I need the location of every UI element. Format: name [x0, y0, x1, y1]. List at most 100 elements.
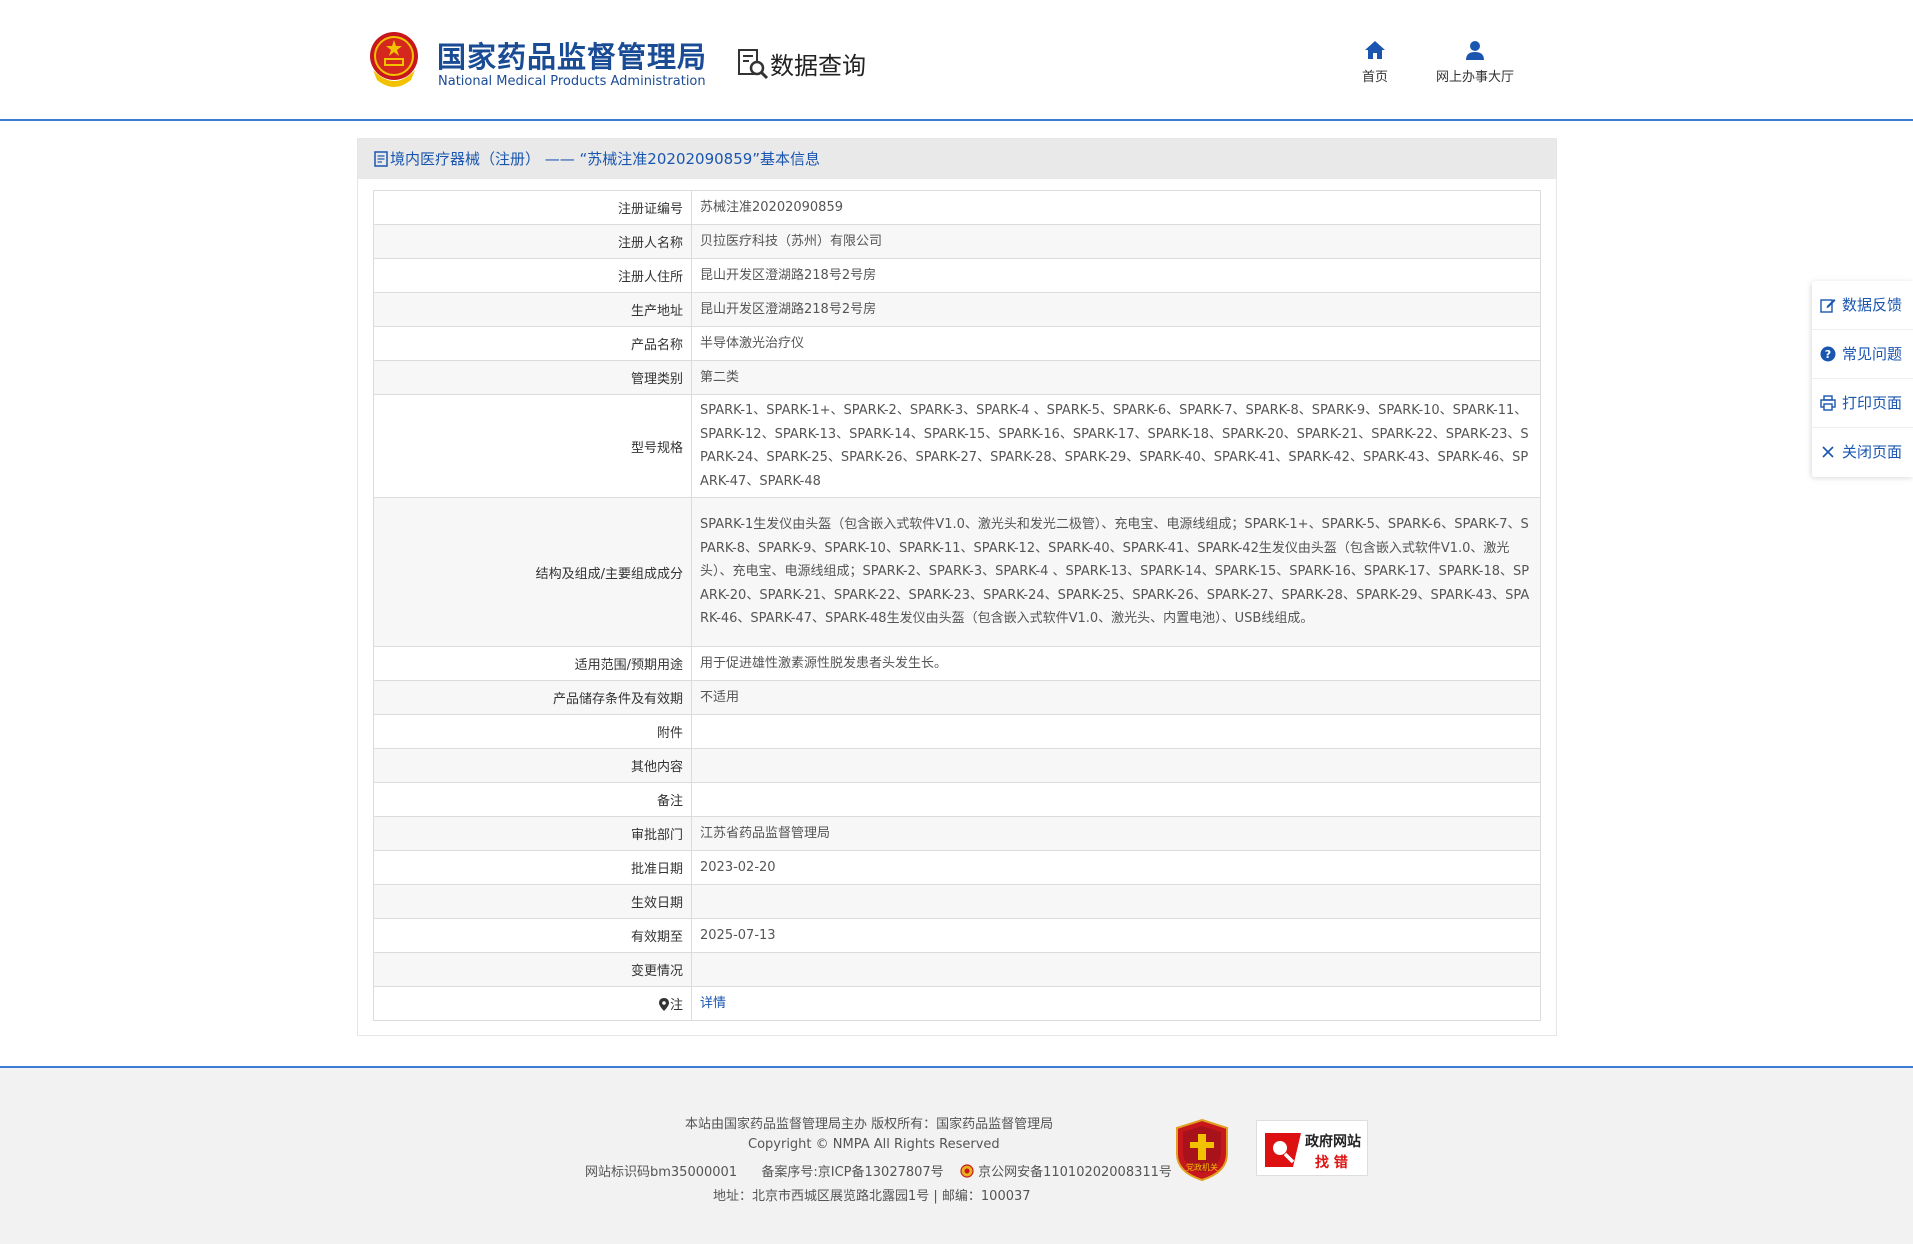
note-label: 注: [669, 998, 683, 1013]
gov-site-error-report-badge[interactable]: 政府网站 找 错: [1256, 1120, 1368, 1176]
svg-text:?: ?: [1825, 348, 1831, 361]
footer-sponsor: 本站由国家药品监督管理局主办 版权所有：国家药品监督管理局: [685, 1117, 1054, 1132]
row-label: 适用范围/预期用途: [373, 646, 692, 681]
footer-registration: 网站标识码bm35000001 备案序号:京ICP备13027807号 京公网安…: [585, 1161, 1172, 1180]
row-label: 变更情况: [373, 952, 692, 987]
row-label: 其他内容: [373, 748, 692, 783]
police-badge-icon: [960, 1164, 974, 1178]
question-icon: ?: [1820, 346, 1836, 362]
data-query-icon: [738, 49, 769, 80]
close-page-label: 关闭页面: [1842, 443, 1903, 461]
row-label: 备注: [373, 782, 692, 817]
footer-site-id: 网站标识码bm35000001: [585, 1165, 738, 1180]
org-name-cn: 国家药品监督管理局: [437, 40, 708, 74]
table-row: 生效日期: [373, 884, 1541, 919]
table-row: 适用范围/预期用途 用于促进雄性激素源性脱发患者头发生长。: [373, 646, 1541, 681]
side-float-menu: 数据反馈 ? 常见问题 打印页面 关闭页面: [1812, 281, 1913, 477]
row-value: 2025-07-13: [691, 918, 1541, 953]
table-row: 型号规格 SPARK-1、SPARK-1+、SPARK-2、SPARK-3、SP…: [373, 394, 1541, 498]
table-row: 注册人住所 昆山开发区澄湖路218号2号房: [373, 258, 1541, 293]
user-icon: [1466, 41, 1484, 60]
row-value: [691, 884, 1541, 919]
details-link[interactable]: 详情: [700, 996, 726, 1011]
row-value: [691, 714, 1541, 749]
table-row: 产品名称 半导体激光治疗仪: [373, 326, 1541, 361]
location-pin-icon: [658, 998, 669, 1011]
note-value-cell: 详情: [691, 986, 1541, 1021]
nav-home[interactable]: 首页: [1355, 40, 1395, 85]
row-value: 半导体激光治疗仪: [691, 326, 1541, 361]
print-label: 打印页面: [1842, 394, 1903, 412]
footer-address: 地址：北京市西城区展览路北露园1号 | 邮编：100037: [713, 1189, 1031, 1204]
row-value: 江苏省药品监督管理局: [691, 816, 1541, 851]
row-label: 注册证编号: [373, 190, 692, 225]
table-row: 附件: [373, 714, 1541, 749]
faq-button[interactable]: ? 常见问题: [1812, 330, 1913, 379]
table-row-note: 注 详情: [373, 986, 1541, 1021]
row-value: 2023-02-20: [691, 850, 1541, 885]
faq-label: 常见问题: [1842, 345, 1903, 363]
table-row: 注册人名称 贝拉医疗科技（苏州）有限公司: [373, 224, 1541, 259]
row-label: 生效日期: [373, 884, 692, 919]
table-row: 管理类别 第二类: [373, 360, 1541, 395]
row-label: 生产地址: [373, 292, 692, 327]
panel-title-bar: 境内医疗器械（注册） —— “苏械注准20202090859”基本信息: [358, 139, 1556, 179]
row-value: 用于促进雄性激素源性脱发患者头发生长。: [691, 646, 1541, 681]
badge-gov-title: 政府网站: [1305, 1134, 1361, 1150]
close-page-button[interactable]: 关闭页面: [1812, 428, 1913, 477]
row-label: 注册人住所: [373, 258, 692, 293]
row-label: 附件: [373, 714, 692, 749]
nav-home-label: 首页: [1361, 70, 1388, 85]
footer-copyright: Copyright © NMPA All Rights Reserved: [748, 1137, 1000, 1152]
table-row: 其他内容: [373, 748, 1541, 783]
table-row: 有效期至 2025-07-13: [373, 918, 1541, 953]
row-value: 昆山开发区澄湖路218号2号房: [691, 258, 1541, 293]
feedback-label: 数据反馈: [1842, 296, 1903, 314]
row-value: 昆山开发区澄湖路218号2号房: [691, 292, 1541, 327]
nav-online-hall[interactable]: 网上办事大厅: [1425, 40, 1525, 85]
edit-icon: [1820, 299, 1836, 313]
row-value: [691, 782, 1541, 817]
row-value: 不适用: [691, 680, 1541, 715]
printer-icon: [1820, 395, 1836, 411]
row-value: 贝拉医疗科技（苏州）有限公司: [691, 224, 1541, 259]
org-name-en: National Medical Products Administration: [438, 74, 706, 89]
row-label: 型号规格: [373, 394, 692, 498]
badge-party-label: 党政机关: [1186, 1162, 1218, 1172]
site-footer: 本站由国家药品监督管理局主办 版权所有：国家药品监督管理局 Copyright …: [0, 1066, 1913, 1244]
row-label: 结构及组成/主要组成成分: [373, 497, 692, 647]
row-value: 第二类: [691, 360, 1541, 395]
magnifier-icon: [1265, 1133, 1301, 1167]
section-title: 数据查询: [770, 52, 866, 80]
row-label: 有效期至: [373, 918, 692, 953]
nav-online-hall-label: 网上办事大厅: [1435, 70, 1514, 85]
feedback-button[interactable]: 数据反馈: [1812, 281, 1913, 330]
panel-title: 境内医疗器械（注册） —— “苏械注准20202090859”基本信息: [390, 150, 821, 168]
print-button[interactable]: 打印页面: [1812, 379, 1913, 428]
table-row: 生产地址 昆山开发区澄湖路218号2号房: [373, 292, 1541, 327]
home-icon: [1365, 41, 1385, 59]
close-icon: [1822, 446, 1834, 458]
table-row: 备注: [373, 782, 1541, 817]
national-emblem-icon: [370, 32, 418, 87]
footer-police-link[interactable]: 京公网安备11010202008311号: [978, 1165, 1172, 1180]
party-government-badge-icon[interactable]: 党政机关: [1175, 1118, 1229, 1182]
site-header: 国家药品监督管理局 National Medical Products Admi…: [0, 0, 1913, 121]
table-row: 注册证编号 苏械注准20202090859: [373, 190, 1541, 225]
footer-icp-link[interactable]: 备案序号:京ICP备13027807号: [761, 1165, 943, 1180]
row-value: SPARK-1、SPARK-1+、SPARK-2、SPARK-3、SPARK-4…: [691, 394, 1541, 498]
note-label-cell: 注: [373, 986, 692, 1021]
table-row: 审批部门 江苏省药品监督管理局: [373, 816, 1541, 851]
badge-gov-subtitle: 找 错: [1315, 1155, 1348, 1171]
info-table: 注册证编号 苏械注准20202090859 注册人名称 贝拉医疗科技（苏州）有限…: [373, 190, 1541, 1021]
row-label: 批准日期: [373, 850, 692, 885]
table-row: 批准日期 2023-02-20: [373, 850, 1541, 885]
row-value: [691, 748, 1541, 783]
row-label: 产品储存条件及有效期: [373, 680, 692, 715]
row-label: 审批部门: [373, 816, 692, 851]
row-value: [691, 952, 1541, 987]
table-row: 产品储存条件及有效期 不适用: [373, 680, 1541, 715]
detail-panel: 境内医疗器械（注册） —— “苏械注准20202090859”基本信息 注册证编…: [357, 138, 1557, 1036]
row-value: 苏械注准20202090859: [691, 190, 1541, 225]
row-label: 产品名称: [373, 326, 692, 361]
